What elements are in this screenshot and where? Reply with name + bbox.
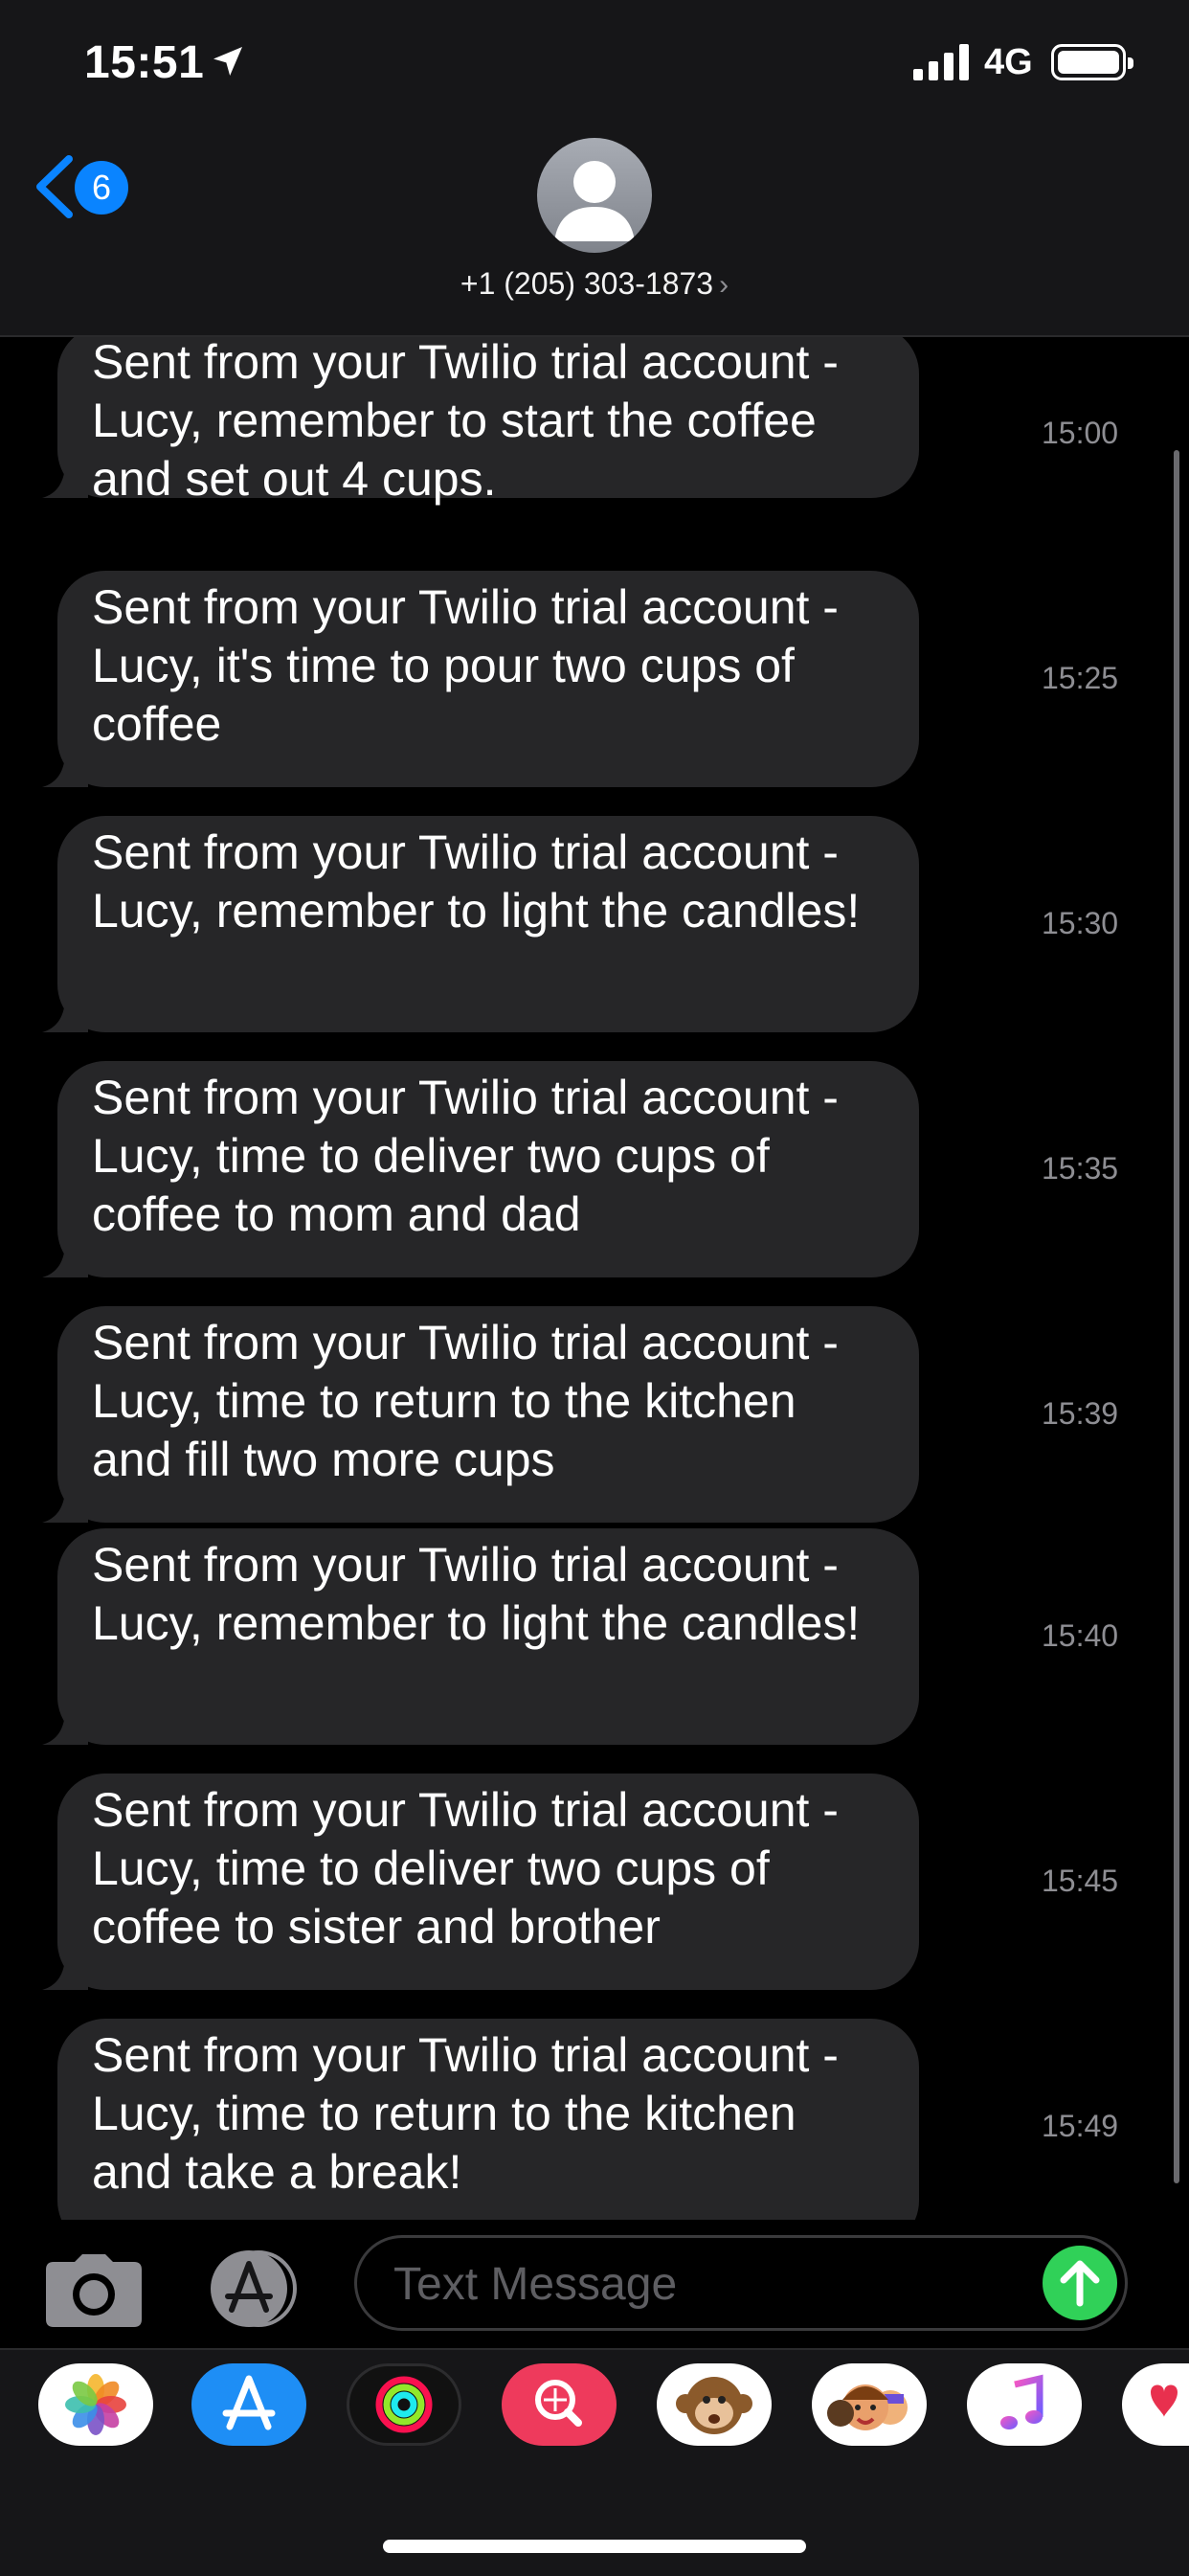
message-bubble[interactable]: Sent from your Twilio trial account - Lu… [57,2019,919,2220]
scroll-indicator[interactable] [1174,450,1179,2183]
photos-app-icon[interactable] [38,2363,153,2446]
status-time: 15:51 [84,37,205,88]
message-timestamp: 15:25 [1042,661,1119,695]
message-bubble[interactable]: Sent from your Twilio trial account - Lu… [42,1528,919,1745]
message-timestamp: 15:49 [1042,2109,1119,2143]
message-bubble[interactable]: Sent from your Twilio trial account - Lu… [42,337,919,506]
contact-name-button[interactable]: +1 (205) 303-1873 › [0,266,1189,302]
message-timestamp: 15:35 [1042,1151,1119,1186]
app-store-icon[interactable] [191,2363,306,2446]
bubble-tail [42,1714,88,1745]
message-timestamp: 15:39 [1042,1396,1119,1431]
arrow-up-icon [1060,2260,1100,2307]
bubble-tail [42,1247,88,1277]
bubble-tail [42,1002,88,1032]
person-silhouette-icon [554,161,635,241]
camera-icon[interactable] [46,2254,142,2327]
bubble-tail [64,2218,88,2220]
unread-count-badge: 6 [75,161,128,215]
bubble-tail [42,1492,88,1523]
contact-avatar[interactable] [537,138,652,253]
compose-bar [0,2222,1189,2346]
message-bubble[interactable]: Sent from your Twilio trial account - Lu… [42,1306,919,1523]
message-text: Sent from your Twilio trial account - Lu… [92,2028,839,2199]
message-bubble[interactable]: Sent from your Twilio trial account - Lu… [42,1061,919,1277]
imessage-app-drawer [0,2348,1189,2576]
activity-rings-icon[interactable] [347,2363,461,2446]
memoji-icon[interactable] [812,2363,927,2446]
message-text: Sent from your Twilio trial account - Lu… [92,1316,839,1486]
message-text: Sent from your Twilio trial account - Lu… [92,825,861,938]
location-arrow-icon [213,47,242,76]
message-text: Sent from your Twilio trial account - Lu… [92,1783,839,1954]
battery-icon [1051,44,1133,80]
bubble-tail [42,467,88,498]
bubble-tail [42,1959,88,1990]
home-indicator[interactable] [383,2540,806,2553]
status-bar: 15:51 4G [0,0,1189,134]
app-store-button-icon[interactable] [199,2250,304,2327]
back-button[interactable]: 6 [31,153,136,220]
music-icon[interactable] [967,2363,1082,2446]
message-text: Sent from your Twilio trial account - Lu… [92,1538,861,1650]
digital-touch-icon[interactable] [1122,2363,1189,2446]
message-bubble[interactable]: Sent from your Twilio trial account - Lu… [42,1774,919,1990]
chevron-left-icon [36,155,73,218]
message-timestamp: 15:45 [1042,1864,1119,1898]
animoji-monkey-icon[interactable] [657,2363,772,2446]
message-text: Sent from your Twilio trial account - Lu… [92,580,839,751]
message-thread[interactable]: Sent from your Twilio trial account - Lu… [0,337,1189,2220]
network-type: 4G [984,42,1033,82]
bubble-tail [42,757,88,787]
message-bubble[interactable]: Sent from your Twilio trial account - Lu… [42,816,919,1032]
conversation-header: 15:51 4G 6 +1 (205) 303-1873 › [0,0,1189,337]
contact-number: +1 (205) 303-1873 [460,266,714,301]
send-button[interactable] [1043,2246,1117,2320]
message-timestamp: 15:30 [1042,906,1119,940]
message-timestamp: 15:40 [1042,1618,1119,1653]
message-input-field[interactable] [354,2235,1128,2331]
chevron-right-icon: › [719,269,729,301]
message-bubble[interactable]: Sent from your Twilio trial account - Lu… [42,571,919,787]
message-text: Sent from your Twilio trial account - Lu… [92,1071,839,1241]
message-timestamp: 15:00 [1042,416,1119,450]
web-image-search-icon[interactable] [502,2363,617,2446]
message-text: Sent from your Twilio trial account - Lu… [92,337,839,506]
cellular-signal-icon [913,44,969,80]
message-input[interactable] [392,2238,1008,2330]
